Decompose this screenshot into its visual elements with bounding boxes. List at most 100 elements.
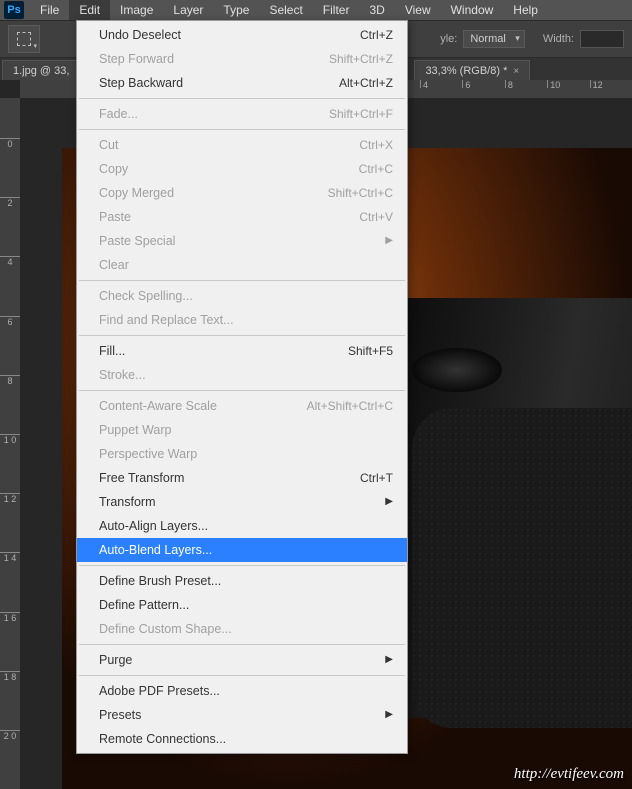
menu-item-label: Check Spelling... (99, 288, 393, 304)
menu-item-label: Define Pattern... (99, 597, 393, 613)
menu-item-label: Fade... (99, 106, 329, 122)
menu-select[interactable]: Select (259, 0, 312, 20)
style-select[interactable]: Normal (463, 30, 524, 48)
chevron-right-icon: ▶ (385, 494, 393, 510)
menu-item-label: Paste (99, 209, 359, 225)
menu-item-fade: Fade...Shift+Ctrl+F (77, 102, 407, 126)
menu-item-label: Perspective Warp (99, 446, 393, 462)
menu-item-purge[interactable]: Purge▶ (77, 648, 407, 672)
menu-item-shortcut: Shift+Ctrl+F (329, 106, 393, 122)
tab-document-1[interactable]: 1.jpg @ 33, (2, 60, 80, 80)
menu-item-stroke: Stroke... (77, 363, 407, 387)
menu-item-define-brush-preset[interactable]: Define Brush Preset... (77, 569, 407, 593)
menu-item-label: Presets (99, 707, 385, 723)
menu-item-free-transform[interactable]: Free TransformCtrl+T (77, 466, 407, 490)
ruler-tick: 4 (0, 256, 20, 315)
ruler-tick: 2 (0, 197, 20, 256)
chevron-right-icon: ▶ (385, 707, 393, 723)
ruler-tick: 1 2 (0, 493, 20, 552)
menu-separator (79, 98, 405, 99)
menu-filter[interactable]: Filter (313, 0, 360, 20)
menu-layer[interactable]: Layer (163, 0, 213, 20)
menu-item-cut: CutCtrl+X (77, 133, 407, 157)
menu-item-step-forward: Step ForwardShift+Ctrl+Z (77, 47, 407, 71)
menu-edit[interactable]: Edit (69, 0, 110, 20)
ruler-tick: 1 8 (0, 671, 20, 730)
menu-item-copy-merged: Copy MergedShift+Ctrl+C (77, 181, 407, 205)
menu-separator (79, 129, 405, 130)
menu-item-label: Undo Deselect (99, 27, 360, 43)
camera-dial (412, 348, 502, 392)
menu-item-label: Auto-Align Layers... (99, 518, 393, 534)
menu-item-label: Copy Merged (99, 185, 328, 201)
menu-item-shortcut: Alt+Ctrl+Z (339, 75, 393, 91)
menu-type[interactable]: Type (213, 0, 259, 20)
menu-item-undo-deselect[interactable]: Undo DeselectCtrl+Z (77, 23, 407, 47)
menu-item-label: Step Backward (99, 75, 339, 91)
menu-item-label: Content-Aware Scale (99, 398, 307, 414)
marquee-icon (17, 32, 31, 46)
tab-label: 1.jpg @ 33, (13, 65, 69, 77)
menu-item-shortcut: Shift+F5 (348, 343, 393, 359)
menu-item-label: Auto-Blend Layers... (99, 542, 393, 558)
style-label: yle: (440, 33, 457, 45)
menu-3d[interactable]: 3D (359, 0, 394, 20)
menu-item-shortcut: Shift+Ctrl+C (328, 185, 393, 201)
menu-item-auto-blend-layers[interactable]: Auto-Blend Layers... (77, 538, 407, 562)
menu-item-shortcut: Alt+Shift+Ctrl+C (307, 398, 393, 414)
app-logo: Ps (4, 1, 24, 19)
menu-file[interactable]: File (30, 0, 69, 20)
menu-separator (79, 675, 405, 676)
menu-item-remote-connections[interactable]: Remote Connections... (77, 727, 407, 751)
menu-item-label: Purge (99, 652, 385, 668)
menu-item-shortcut: Ctrl+X (359, 137, 393, 153)
menu-image[interactable]: Image (110, 0, 163, 20)
menu-item-label: Fill... (99, 343, 348, 359)
menu-item-label: Clear (99, 257, 393, 273)
ruler-tick: 6 (0, 316, 20, 375)
ruler-vertical: 0 2 4 6 8 1 0 1 2 1 4 1 6 1 8 2 0 (0, 98, 20, 789)
menu-item-paste: PasteCtrl+V (77, 205, 407, 229)
menu-item-transform[interactable]: Transform▶ (77, 490, 407, 514)
menu-separator (79, 565, 405, 566)
ruler-tick: 4 (420, 80, 462, 88)
menu-item-adobe-pdf-presets[interactable]: Adobe PDF Presets... (77, 679, 407, 703)
menu-item-fill[interactable]: Fill...Shift+F5 (77, 339, 407, 363)
tool-marquee-button[interactable]: ▾ (8, 25, 40, 53)
tab-label: 33,3% (RGB/8) * (425, 65, 507, 77)
menu-item-label: Copy (99, 161, 359, 177)
chevron-down-icon: ▾ (33, 42, 37, 50)
watermark-text: http://evtifeev.com (514, 766, 624, 783)
ruler-tick: 1 4 (0, 552, 20, 611)
menu-help[interactable]: Help (503, 0, 548, 20)
menu-item-puppet-warp: Puppet Warp (77, 418, 407, 442)
menu-item-find-and-replace-text: Find and Replace Text... (77, 308, 407, 332)
menu-view[interactable]: View (395, 0, 441, 20)
menu-separator (79, 280, 405, 281)
menu-item-shortcut: Ctrl+Z (360, 27, 393, 43)
ruler-tick: 0 (0, 138, 20, 197)
ruler-tick: 12 (590, 80, 632, 88)
tab-document-2[interactable]: 33,3% (RGB/8) * × (414, 60, 530, 80)
menu-item-content-aware-scale: Content-Aware ScaleAlt+Shift+Ctrl+C (77, 394, 407, 418)
menu-item-clear: Clear (77, 253, 407, 277)
menu-item-label: Define Brush Preset... (99, 573, 393, 589)
menu-item-shortcut: Ctrl+T (360, 470, 393, 486)
menu-item-auto-align-layers[interactable]: Auto-Align Layers... (77, 514, 407, 538)
menu-item-label: Free Transform (99, 470, 360, 486)
menu-bar: Ps File Edit Image Layer Type Select Fil… (0, 0, 632, 20)
menu-item-check-spelling: Check Spelling... (77, 284, 407, 308)
menu-item-perspective-warp: Perspective Warp (77, 442, 407, 466)
menu-window[interactable]: Window (441, 0, 504, 20)
menu-item-define-pattern[interactable]: Define Pattern... (77, 593, 407, 617)
menu-item-presets[interactable]: Presets▶ (77, 703, 407, 727)
close-icon[interactable]: × (513, 66, 519, 77)
chevron-right-icon: ▶ (385, 233, 393, 249)
menu-item-label: Find and Replace Text... (99, 312, 393, 328)
ruler-tick: 2 0 (0, 730, 20, 789)
menu-item-shortcut: Ctrl+C (359, 161, 393, 177)
menu-separator (79, 644, 405, 645)
width-input[interactable] (580, 30, 624, 48)
menu-item-step-backward[interactable]: Step BackwardAlt+Ctrl+Z (77, 71, 407, 95)
menu-item-label: Puppet Warp (99, 422, 393, 438)
